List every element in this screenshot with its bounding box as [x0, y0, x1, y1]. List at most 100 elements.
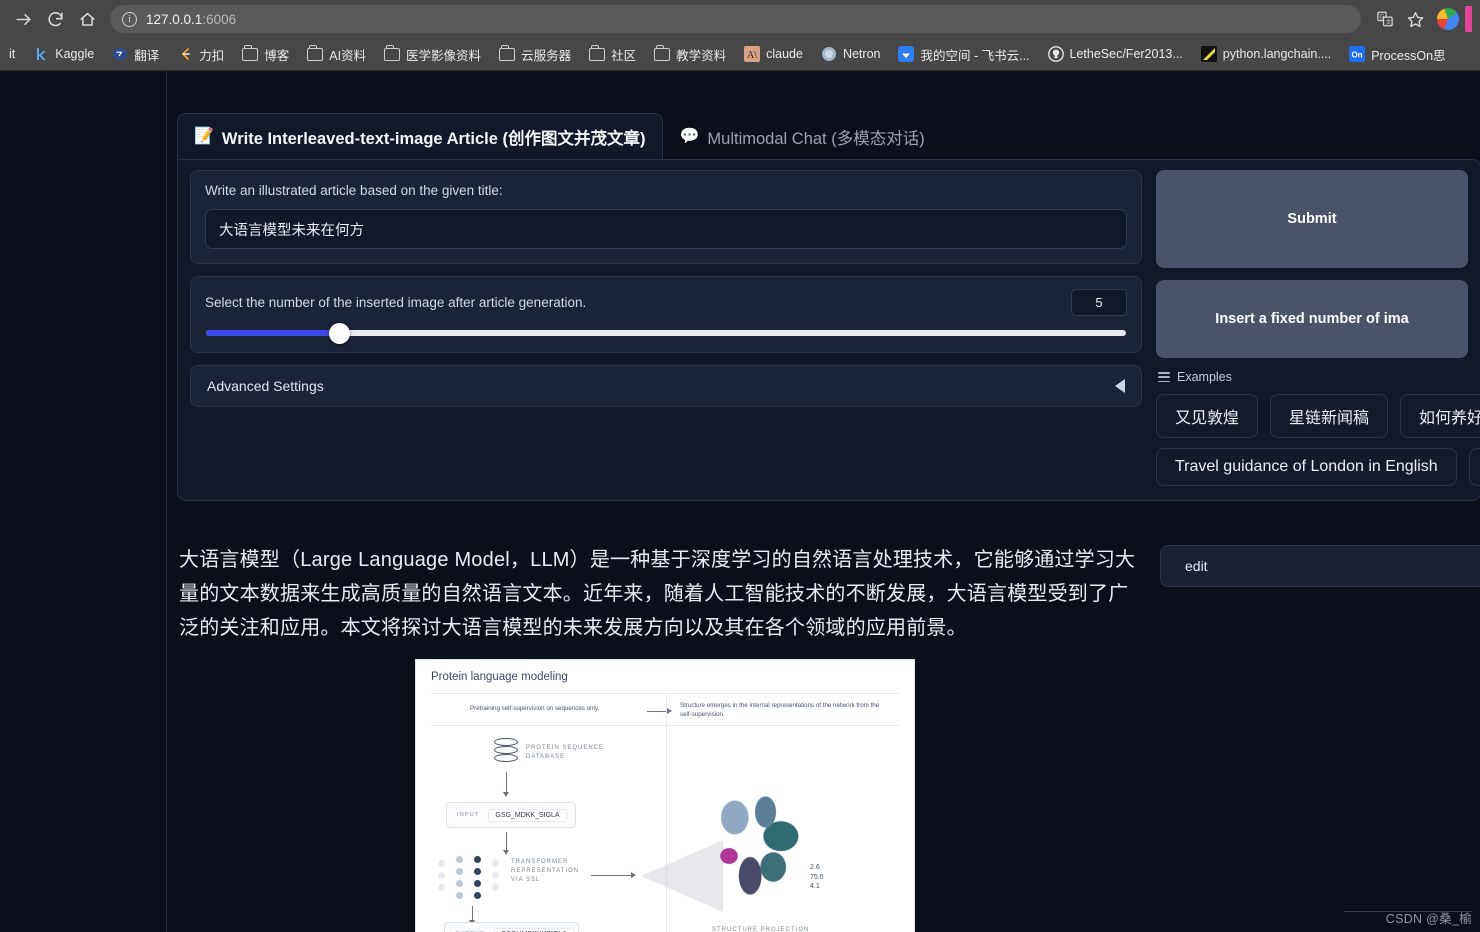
example-chip[interactable]: Travel guidance of London in English — [1156, 448, 1457, 486]
claude-icon: A\ — [744, 46, 761, 62]
tab-label: Multimodal Chat (多模态对话) — [707, 130, 925, 148]
article-title-input[interactable] — [205, 209, 1127, 249]
folder-icon — [307, 45, 324, 61]
insert-fixed-images-button[interactable]: Insert a fixed number of ima — [1156, 280, 1468, 358]
figure-output-seq: GSGHMDKKYSIGLA — [493, 927, 574, 932]
submit-button[interactable]: Submit — [1156, 170, 1468, 268]
slider-handle[interactable] — [328, 322, 350, 344]
bookmark-label: LetheSec/Fer2013... — [1069, 47, 1183, 61]
advanced-settings-accordion[interactable]: Advanced Settings — [190, 365, 1142, 407]
list-icon — [1158, 372, 1170, 382]
title-input-block: Write an illustrated article based on th… — [190, 170, 1142, 264]
figure-numbers: 2.6 75.6 4.1 — [810, 864, 824, 890]
bookmark-label: 力扣 — [199, 48, 225, 63]
figure-transformer-label: TRANSFORMER REPRESENTATION VIA SSL — [511, 859, 580, 883]
memo-icon: 📝 — [194, 128, 214, 145]
folder-icon — [654, 45, 671, 61]
controls-right-column: Submit Insert a fixed number of ima Exam… — [1156, 170, 1480, 486]
examples-list: 又见敦煌 星链新闻稿 如何养好一只宠物 Shanghai Travel G Tr… — [1156, 394, 1480, 486]
example-chip[interactable]: 星链新闻稿 — [1270, 394, 1389, 438]
speech-bubble-icon: 💬 — [679, 128, 700, 145]
browser-chrome: i 127.0.0.1:6006 G文 it Kaggle 翻译 力扣 博客 A… — [0, 0, 1480, 71]
bookmark-label: 我的空间 - 飞书云... — [920, 48, 1030, 63]
figure-projection-label: STRUCTURE PROJECTION — [712, 927, 810, 932]
bookmark-item-netron[interactable]: Netron — [812, 42, 890, 66]
article-edit-column: edit edit — [1152, 529, 1480, 932]
article-figure[interactable]: Protein language modeling Pretraining se… — [415, 659, 915, 932]
article-output: 大语言模型（Large Language Model，LLM）是一种基于深度学习… — [167, 529, 1480, 932]
controls-left-column: Write an illustrated article based on th… — [190, 170, 1142, 486]
bookmark-label: 社区 — [611, 48, 637, 63]
database-icon — [494, 738, 518, 764]
figure-caption-right: Structure emerges in the internal repres… — [680, 702, 880, 718]
kaggle-icon — [37, 48, 47, 60]
example-chip[interactable]: 又见敦煌 — [1156, 394, 1259, 438]
examples-header: Examples — [1158, 370, 1468, 384]
extension-edge-icon[interactable] — [1465, 6, 1472, 32]
example-chip[interactable]: Advertising for Genshin Impact in E — [1468, 448, 1480, 486]
github-icon — [1047, 46, 1064, 62]
folder-icon — [242, 45, 259, 61]
figure-title: Protein language modeling — [431, 671, 568, 683]
bookmark-item-github[interactable]: LetheSec/Fer2013... — [1039, 42, 1192, 66]
title-input-label: Write an illustrated article based on th… — [205, 183, 503, 198]
watermark-text: CSDN @桑_榆 — [1385, 912, 1472, 926]
slider-fill — [206, 330, 340, 336]
bookmark-folder-blog[interactable]: 博客 — [233, 41, 298, 68]
bookmark-item-langchain[interactable]: python.langchain.... — [1192, 42, 1340, 66]
bookmark-item-processon[interactable]: On ProcessOn思 — [1340, 41, 1454, 68]
bookmark-item[interactable]: 力扣 — [168, 41, 233, 68]
image-count-slider[interactable] — [206, 322, 1126, 344]
tab-multimodal-chat[interactable]: 💬 Multimodal Chat (多模态对话) — [663, 113, 942, 161]
figure-input-seq: GSG_MDKK_SIGLA — [488, 808, 567, 822]
reload-icon[interactable] — [40, 4, 70, 34]
bookmark-item[interactable]: Kaggle — [24, 42, 103, 66]
home-icon[interactable] — [72, 4, 102, 34]
bookmark-folder-ai[interactable]: AI资料 — [298, 41, 375, 68]
bookmark-folder-teaching[interactable]: 教学资料 — [645, 41, 735, 68]
address-bar[interactable]: i 127.0.0.1:6006 — [110, 5, 1361, 33]
example-chip[interactable]: 如何养好一只宠物 — [1400, 394, 1480, 438]
bookmark-item-claude[interactable]: A\ claude — [735, 42, 812, 66]
edit-paragraph-button[interactable]: edit — [1160, 545, 1480, 587]
bookmark-folder-medical[interactable]: 医学影像资料 — [375, 41, 490, 68]
bookmark-label: python.langchain.... — [1222, 47, 1332, 61]
info-circle-icon[interactable]: i — [122, 11, 137, 27]
translate-site-icon — [113, 47, 128, 61]
image-count-label: Select the number of the inserted image … — [205, 295, 587, 310]
star-icon[interactable] — [1401, 5, 1429, 33]
profile-avatar-icon[interactable] — [1437, 8, 1459, 30]
folder-icon — [499, 45, 516, 61]
bookmark-item-feishu[interactable]: 我的空间 - 飞书云... — [889, 41, 1038, 68]
bookmark-folder-cloud[interactable]: 云服务器 — [490, 41, 580, 68]
bookmark-folder-community[interactable]: 社区 — [580, 41, 645, 68]
forward-arrow-icon[interactable] — [8, 4, 38, 34]
bookmark-label: 教学资料 — [676, 48, 727, 63]
tab-write-article[interactable]: 📝 Write Interleaved-text-image Article (… — [177, 113, 663, 161]
examples-row: Travel guidance of London in English Adv… — [1156, 448, 1480, 486]
folder-icon — [384, 45, 401, 61]
image-count-block: Select the number of the inserted image … — [190, 276, 1142, 353]
bookmark-label: claude — [766, 47, 803, 61]
svg-text:A\: A\ — [747, 50, 757, 61]
netron-icon — [821, 47, 836, 61]
leetcode-icon — [182, 48, 191, 60]
url-text: 127.0.0.1:6006 — [146, 11, 237, 27]
image-count-value[interactable]: 5 — [1071, 289, 1127, 316]
figure-db-label: PROTEIN SEQUENCE DATABASE — [526, 745, 605, 760]
triangle-left-icon[interactable] — [1115, 379, 1125, 393]
bookmark-label: 翻译 — [134, 48, 160, 63]
translate-icon[interactable]: G文 — [1371, 5, 1399, 33]
langchain-icon — [1200, 46, 1217, 62]
bookmark-item[interactable]: it — [0, 43, 24, 65]
bookmark-label: it — [9, 47, 16, 61]
figure-right-arrow-icon — [591, 872, 636, 878]
feishu-icon — [898, 46, 915, 62]
folder-icon — [589, 45, 606, 61]
processon-icon: On — [1349, 46, 1366, 62]
bookmark-label: 博客 — [264, 48, 290, 63]
tab-bar: 📝 Write Interleaved-text-image Article (… — [177, 113, 942, 161]
svg-text:G: G — [1379, 14, 1384, 20]
bookmark-item[interactable]: 翻译 — [103, 41, 168, 68]
figure-down-arrow-icon — [503, 772, 509, 797]
